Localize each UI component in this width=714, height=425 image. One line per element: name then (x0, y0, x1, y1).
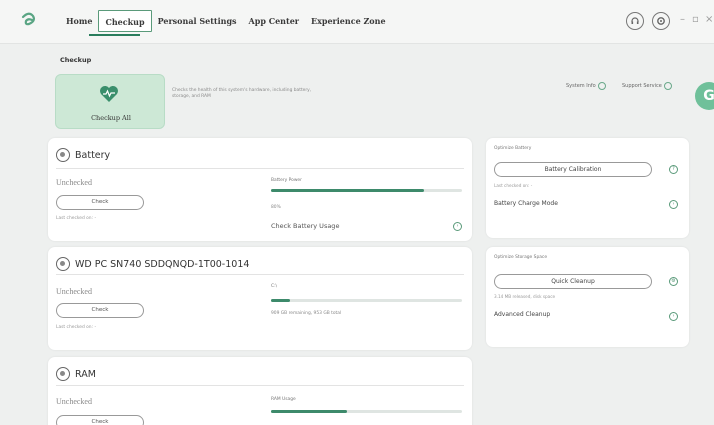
battery-card: Battery Unchecked Check Last checked on:… (48, 138, 472, 241)
main-nav: Home Checkup Personal Settings App Cente… (60, 10, 392, 32)
divider (56, 274, 464, 275)
drive-label: C:\ (271, 284, 278, 289)
settings-icon[interactable]: ⚙ (669, 277, 678, 286)
storage-last-checked: Last checked on: - (56, 325, 97, 330)
ram-title: RAM (75, 368, 96, 380)
checkup-all-label: Checkup All (91, 114, 131, 122)
optimize-battery-title: Optimize Battery (494, 146, 532, 151)
divider (56, 385, 464, 386)
tab-checkup[interactable]: Checkup (98, 10, 152, 32)
tab-app-center[interactable]: App Center (243, 10, 305, 32)
battery-last-checked: Last checked on: - (56, 216, 97, 221)
ram-usage-bar (271, 410, 462, 413)
support-service-link[interactable]: Support Service (622, 82, 672, 90)
arrow-right-icon[interactable]: › (669, 200, 678, 209)
floating-assistant-button[interactable]: G (695, 82, 714, 110)
system-info-link[interactable]: System Info (566, 82, 606, 90)
ram-status: Unchecked (56, 397, 92, 406)
storage-card: WD PC SN740 SDDQNQD-1T00-1014 Unchecked … (48, 247, 472, 350)
ram-card: RAM Unchecked Check RAM Usage (48, 357, 472, 425)
page-title: Checkup (60, 56, 92, 64)
optimize-storage-card: Optimize Storage Space Quick Cleanup ⚙ 3… (486, 247, 689, 347)
battery-power-bar (271, 189, 462, 192)
support-service-label: Support Service (622, 83, 662, 89)
cleanup-summary: 3.14 MB released, disk space (494, 294, 556, 299)
ram-usage-label: RAM Usage (271, 397, 296, 402)
battery-charge-mode-link[interactable]: Battery Charge Mode (494, 200, 558, 207)
storage-card-header: WD PC SN740 SDDQNQD-1T00-1014 (56, 257, 249, 271)
storage-check-button[interactable]: Check (56, 303, 144, 318)
help-icon[interactable]: ? (669, 165, 678, 174)
battery-power-fill (271, 189, 424, 192)
ram-card-header: RAM (56, 367, 96, 381)
ram-usage-fill (271, 410, 348, 413)
calibration-last-checked: Last checked on: - (494, 183, 533, 188)
quick-cleanup-button[interactable]: Quick Cleanup (494, 274, 652, 289)
headset-icon[interactable] (626, 12, 644, 30)
active-tab-indicator (89, 34, 140, 36)
storage-title: WD PC SN740 SDDQNQD-1T00-1014 (75, 258, 250, 270)
tab-personal-settings[interactable]: Personal Settings (152, 10, 243, 32)
minimize-button[interactable]: – (680, 13, 685, 27)
battery-power-value: 80% (271, 205, 281, 210)
checkup-description: Checks the health of this system's hardw… (172, 88, 312, 99)
disk-icon (56, 257, 70, 271)
drive-capacity: 909 GB remaining, 953 GB total (271, 311, 342, 316)
heart-pulse-icon (100, 86, 118, 102)
title-bar: Home Checkup Personal Settings App Cente… (0, 0, 714, 44)
optimize-battery-card: Optimize Battery Battery Calibration ? L… (486, 138, 689, 238)
ram-check-button[interactable]: Check (56, 415, 144, 425)
info-icon (597, 82, 606, 90)
arrow-right-icon[interactable]: › (453, 222, 462, 231)
close-button[interactable]: × (705, 13, 713, 27)
tab-home[interactable]: Home (60, 10, 98, 32)
tab-experience-zone[interactable]: Experience Zone (305, 10, 392, 32)
ram-icon (56, 367, 70, 381)
arrow-right-icon[interactable]: › (669, 312, 678, 321)
drive-usage-fill (271, 299, 291, 302)
battery-power-label: Battery Power (271, 178, 302, 183)
battery-check-button[interactable]: Check (56, 195, 144, 210)
system-info-label: System Info (566, 83, 596, 89)
battery-icon (56, 148, 70, 162)
storage-status: Unchecked (56, 287, 92, 296)
optimize-storage-title: Optimize Storage Space (494, 255, 548, 260)
battery-calibration-button[interactable]: Battery Calibration (494, 162, 652, 177)
advanced-cleanup-link[interactable]: Advanced Cleanup (494, 311, 550, 318)
settings-gear-icon[interactable] (652, 12, 670, 30)
restore-button[interactable]: ▫ (692, 13, 699, 27)
battery-status: Unchecked (56, 178, 92, 187)
divider (56, 168, 464, 169)
checkup-all-button[interactable]: Checkup All (55, 74, 165, 129)
battery-title: Battery (75, 149, 111, 161)
drive-usage-bar (271, 299, 462, 302)
app-logo-icon (21, 12, 35, 26)
battery-card-header: Battery (56, 148, 110, 162)
support-icon (663, 82, 672, 90)
check-battery-usage-link[interactable]: Check Battery Usage (271, 222, 339, 230)
